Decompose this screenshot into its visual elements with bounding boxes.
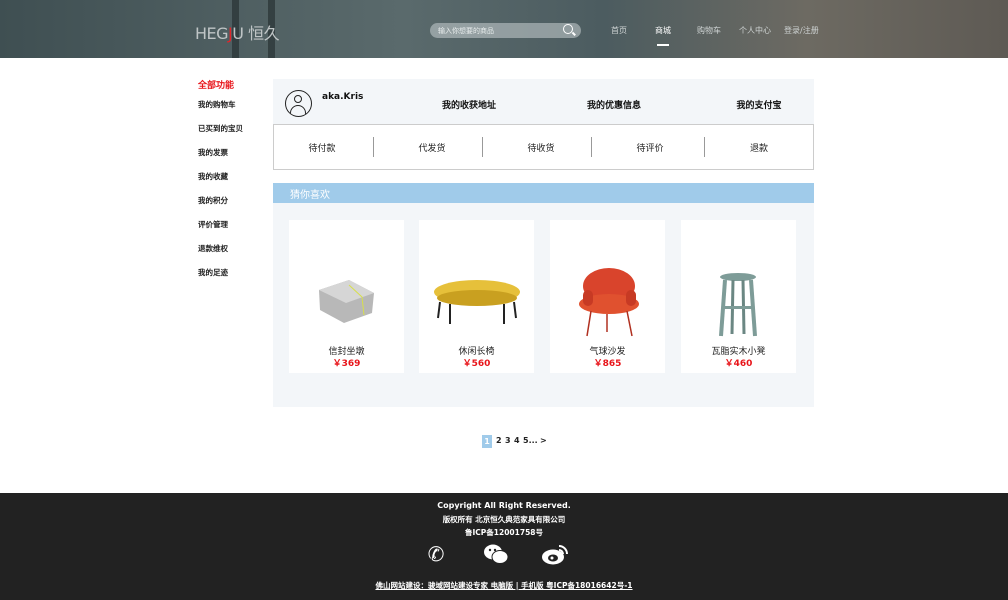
page-button[interactable]: 5... bbox=[523, 436, 538, 445]
logo-text: HEG bbox=[195, 24, 229, 43]
sidebar-item[interactable]: 退款维权 bbox=[198, 243, 228, 254]
order-tab[interactable]: 待付款 bbox=[308, 141, 335, 154]
product-card[interactable]: 瓦脂实木小凳 ￥460 bbox=[681, 220, 796, 373]
product-card[interactable]: 气球沙发 ￥865 bbox=[550, 220, 665, 373]
sidebar-item[interactable]: 我的积分 bbox=[198, 195, 228, 206]
page-1-button[interactable]: 1 bbox=[482, 435, 492, 448]
page-button[interactable]: 2 bbox=[496, 436, 502, 445]
sidebar-item[interactable]: 我的购物车 bbox=[198, 99, 236, 110]
address-link[interactable]: 我的收获地址 bbox=[442, 98, 496, 111]
search-input[interactable]: 输入你想要的商品 bbox=[430, 23, 581, 38]
sidebar-item[interactable]: 我的收藏 bbox=[198, 171, 228, 182]
sidebar-title: 全部功能 bbox=[198, 81, 235, 91]
divider bbox=[482, 137, 483, 157]
user-panel bbox=[273, 79, 814, 125]
divider bbox=[373, 137, 374, 157]
logo[interactable]: HEGJU 恒久 bbox=[195, 20, 280, 44]
page-button[interactable]: 4 bbox=[514, 436, 520, 445]
product-price: ￥865 bbox=[593, 359, 622, 369]
divider bbox=[591, 137, 592, 157]
alipay-link[interactable]: 我的支付宝 bbox=[736, 98, 781, 111]
nav-profile[interactable]: 个人中心 bbox=[739, 25, 771, 36]
next-page-button[interactable]: > bbox=[540, 436, 547, 445]
logo-text: 恒久 bbox=[248, 24, 280, 43]
nav-cart[interactable]: 购物车 bbox=[697, 25, 721, 36]
nav-login[interactable]: 登录/注册 bbox=[784, 25, 819, 36]
divider bbox=[704, 137, 705, 157]
user-icon[interactable] bbox=[285, 90, 312, 117]
phone-icon[interactable]: ✆ bbox=[424, 542, 448, 568]
username: aka.Kris bbox=[322, 92, 364, 102]
product-price: ￥460 bbox=[724, 359, 753, 369]
nav-active-indicator bbox=[657, 44, 669, 46]
logo-text: U bbox=[232, 24, 244, 43]
weibo-icon[interactable] bbox=[541, 542, 568, 568]
product-image bbox=[579, 268, 639, 337]
footer-links[interactable]: 佛山网站建设：骏域网站建设专家 电脑版 | 手机版 粤ICP备18016642号… bbox=[0, 580, 1008, 591]
product-image bbox=[719, 273, 757, 337]
sidebar-item[interactable]: 我的足迹 bbox=[198, 267, 228, 278]
order-tab[interactable]: 退款 bbox=[750, 141, 768, 154]
product-image bbox=[319, 280, 374, 323]
search-icon[interactable] bbox=[563, 24, 573, 34]
sidebar-item[interactable]: 已买到的宝贝 bbox=[198, 123, 243, 134]
product-price: ￥369 bbox=[332, 359, 361, 369]
product-price: ￥560 bbox=[462, 359, 491, 369]
order-tab[interactable]: 待收货 bbox=[527, 141, 554, 154]
nav-home[interactable]: 首页 bbox=[611, 25, 627, 36]
icp: 鲁ICP备12001758号 bbox=[464, 528, 544, 537]
order-tab[interactable]: 待评价 bbox=[636, 141, 663, 154]
copyright: Copyright All Right Reserved. bbox=[437, 501, 571, 510]
nav-mall[interactable]: 商城 bbox=[655, 25, 671, 36]
order-tab[interactable]: 代发货 bbox=[418, 141, 445, 154]
coupon-link[interactable]: 我的优惠信息 bbox=[587, 98, 641, 111]
product-card[interactable]: 信封坐墩 ￥369 bbox=[289, 220, 404, 373]
section-title: 猜你喜欢 bbox=[273, 183, 814, 203]
product-card[interactable]: 休闲长椅 ￥560 bbox=[419, 220, 534, 373]
page-button[interactable]: 3 bbox=[505, 436, 511, 445]
sidebar-item[interactable]: 我的发票 bbox=[198, 147, 228, 158]
wechat-icon[interactable] bbox=[483, 542, 509, 568]
company: 版权所有 北京恒久典范家具有限公司 bbox=[442, 515, 566, 524]
sidebar-item[interactable]: 评价管理 bbox=[198, 219, 228, 230]
product-image bbox=[434, 280, 520, 324]
